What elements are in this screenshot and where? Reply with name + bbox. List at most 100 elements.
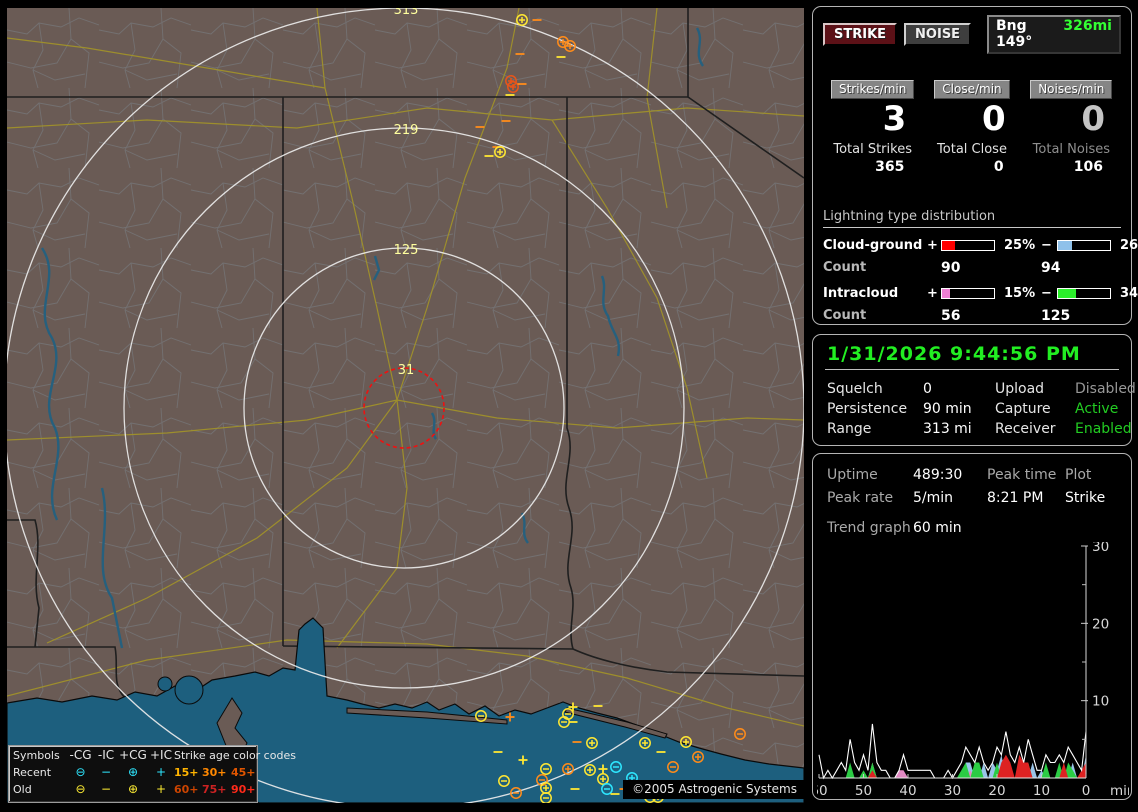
total-strikes-label: Total Strikes <box>833 142 912 157</box>
close-per-min-button[interactable]: Close/min <box>934 80 1010 99</box>
ic-pos-bar <box>941 288 995 299</box>
minus-sign: − <box>1041 286 1052 301</box>
age-60: 60+ <box>174 783 199 796</box>
persistence-label: Persistence <box>827 401 908 417</box>
count-label: Count <box>823 308 867 323</box>
trend-x-tick-label: 30 <box>944 783 961 798</box>
trend-x-tick-label: 20 <box>988 783 1005 798</box>
distribution-title: Lightning type distribution <box>823 209 1121 228</box>
cloud-ground-label: Cloud-ground <box>823 238 923 253</box>
trend-graph-label: Trend graph <box>827 520 911 536</box>
bearing-distance: 326mi <box>1063 18 1112 34</box>
cg-pos-count: 90 <box>941 260 961 276</box>
cloud-ground-row: Cloud-ground + 25% − 26% <box>823 238 1138 253</box>
plus-sign: + <box>927 286 938 301</box>
cg-neg-count: 94 <box>1041 260 1061 276</box>
count-label: Count <box>823 260 867 275</box>
age-45: 45+ <box>231 766 256 779</box>
peak-time-label: Peak time <box>987 467 1057 483</box>
ic-pos-recent-icon: + <box>155 765 167 779</box>
intracloud-row: Intracloud + 15% − 34% <box>823 286 1138 301</box>
uptime-label: Uptime <box>827 467 878 483</box>
range-label: Range <box>827 421 872 437</box>
plus-sign: + <box>927 238 938 253</box>
lightning-map: 313 219 125 31 Symbols -CG -IC +CG +IC Stri… <box>7 8 804 803</box>
close-per-min-value: 0 <box>981 99 1006 139</box>
legend-col-ic-neg: -IC <box>97 748 115 762</box>
ic-neg-bar <box>1057 288 1111 299</box>
app-window: 313 219 125 31 Symbols -CG -IC +CG +IC Stri… <box>0 0 1138 812</box>
map-canvas: 313 219 125 31 <box>7 8 804 803</box>
age-15: 15+ <box>174 766 199 779</box>
squelch-label: Squelch <box>827 381 883 397</box>
system-status-box: 1/31/2026 9:44:56 PM Squelch 0 Upload Di… <box>812 334 1136 446</box>
ic-pos-old-icon: + <box>155 782 167 796</box>
cg-pos-recent-icon: ⊕ <box>127 765 139 779</box>
total-close-label: Total Close <box>937 142 1007 157</box>
copyright-text: ©2005 Astrogenic Systems <box>623 780 804 799</box>
noises-per-min-button[interactable]: Noises/min <box>1030 80 1113 99</box>
peak-rate-label: Peak rate <box>827 490 894 506</box>
range-ring-label: 125 <box>394 243 419 258</box>
intracloud-label: Intracloud <box>823 286 899 301</box>
age-90: 90+ <box>231 783 256 796</box>
strike-button[interactable]: STRIKE <box>823 23 898 46</box>
range-value: 313 mi <box>923 421 972 437</box>
cg-neg-recent-icon: ⊖ <box>75 765 86 779</box>
upload-status: Disabled <box>1075 381 1136 397</box>
receiver-label: Receiver <box>995 421 1056 437</box>
upload-label: Upload <box>995 381 1045 397</box>
legend-age-title: Strike age color codes <box>174 749 296 762</box>
uptime-value: 489:30 <box>913 467 963 483</box>
strikes-per-min-button[interactable]: Strikes/min <box>830 80 915 99</box>
cg-neg-pct: 26% <box>1120 238 1138 253</box>
legend-symbols-label: Symbols <box>13 749 60 762</box>
noise-button[interactable]: NOISE <box>904 23 972 46</box>
cloud-ground-count-row: Count 90 94 <box>823 260 1121 276</box>
squelch-value: 0 <box>923 381 932 397</box>
trend-y-tick-label: 20 <box>1092 616 1109 632</box>
age-75: 75+ <box>202 783 227 796</box>
receiver-status: Enabled <box>1075 421 1132 437</box>
cg-pos-old-icon: ⊕ <box>127 782 139 796</box>
plot-label: Plot <box>1065 467 1092 483</box>
trend-y-tick-label: 10 <box>1092 694 1109 710</box>
ic-neg-pct: 34% <box>1120 286 1138 301</box>
range-ring-label: 313 <box>394 8 419 18</box>
symbol-legend: Symbols -CG -IC +CG +IC Strike age color… <box>8 745 296 803</box>
cg-neg-old-icon: ⊖ <box>75 782 86 796</box>
bearing-display: Bng 149° 326mi <box>987 15 1121 54</box>
cg-pos-pct: 25% <box>1004 238 1036 253</box>
ic-neg-old-icon: − <box>100 782 112 796</box>
ic-pos-count: 56 <box>941 308 961 324</box>
legend-recent-label: Recent <box>13 766 52 779</box>
peak-time-value: 8:21 PM <box>987 490 1044 506</box>
cg-neg-bar <box>1057 240 1111 251</box>
intracloud-count-row: Count 56 125 <box>823 308 1121 324</box>
legend-col-ic-pos: +IC <box>150 748 172 762</box>
strikes-per-min-value: 3 <box>882 99 907 139</box>
cg-pos-bar <box>941 240 995 251</box>
total-noises-value: 106 <box>1073 159 1103 175</box>
trend-x-tick-label: 10 <box>1033 783 1050 798</box>
ic-pos-pct: 15% <box>1004 286 1036 301</box>
trend-box: Uptime 489:30 Peak time Plot Peak rate 5… <box>812 453 1132 800</box>
trend-x-tick-label: 0 <box>1082 783 1091 798</box>
noises-per-min-value: 0 <box>1081 99 1105 139</box>
trend-x-tick-label: 40 <box>899 783 916 798</box>
total-noises-label: Total Noises <box>1032 142 1110 157</box>
trend-window-value: 60 min <box>913 520 962 536</box>
datetime-display: 1/31/2026 9:44:56 PM <box>825 340 1119 370</box>
age-30: 30+ <box>202 766 227 779</box>
ic-neg-recent-icon: − <box>100 765 112 779</box>
minus-sign: − <box>1041 238 1052 253</box>
persistence-value: 90 min <box>923 401 972 417</box>
capture-status: Active <box>1075 401 1119 417</box>
range-ring-label: 219 <box>394 123 419 138</box>
trend-y-tick-label: 30 <box>1092 542 1109 555</box>
bearing-label: Bng 149° <box>996 18 1033 50</box>
strike-stats-box: STRIKE NOISE Bng 149° 326mi Strikes/min … <box>812 6 1138 325</box>
trend-x-axis-unit: min <box>1110 783 1129 798</box>
range-ring-label: 31 <box>398 363 415 378</box>
ic-neg-count: 125 <box>1041 308 1071 324</box>
